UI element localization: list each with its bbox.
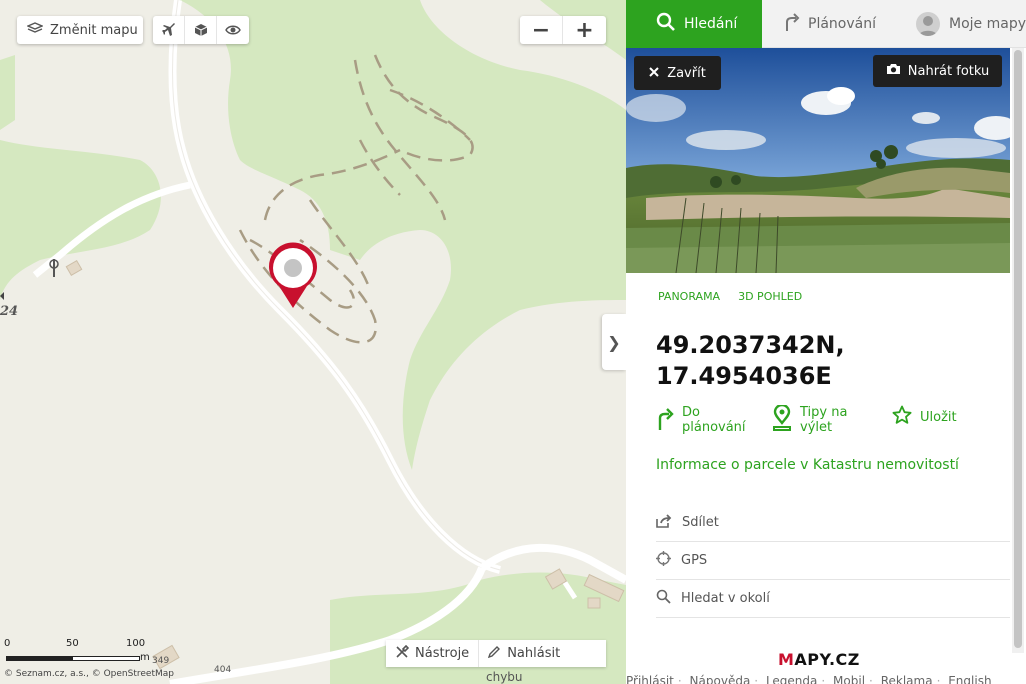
zoom-in-button[interactable]: + xyxy=(563,16,606,44)
save-button[interactable]: Uložit xyxy=(892,405,957,429)
footer-link-help[interactable]: Nápověda xyxy=(690,674,751,684)
scale-bar xyxy=(6,656,140,661)
panel-tabs: Hledání Plánování Moje mapy xyxy=(626,0,1026,48)
tools-label: Nástroje xyxy=(415,646,470,661)
logo-m: M xyxy=(778,650,795,669)
panel-scrollbar[interactable] xyxy=(1012,48,1024,653)
coordinates-lon: 17.4954036E xyxy=(656,362,832,390)
cadastre-link[interactable]: Informace o parcele v Katastru nemovitos… xyxy=(656,457,959,473)
panorama-link[interactable]: PANORAMA xyxy=(658,290,720,303)
close-label: Zavřít xyxy=(667,65,706,81)
panorama-photo[interactable]: Zavřít Nahrát fotku xyxy=(626,48,1010,273)
tab-my-maps-label: Moje mapy xyxy=(949,16,1026,32)
collapse-panel-button[interactable]: ❯ xyxy=(602,314,626,370)
trip-tips-label-1: Tipy na xyxy=(800,405,848,420)
elevation-label: 24 xyxy=(0,304,19,319)
close-icon xyxy=(649,66,659,81)
coordinates-lat: 49.2037342N, xyxy=(656,331,845,359)
gps-label: GPS xyxy=(681,553,708,568)
airplane-icon[interactable] xyxy=(153,16,185,44)
search-icon xyxy=(656,589,671,608)
crosshair-icon xyxy=(656,551,671,570)
chevron-right-icon: ❯ xyxy=(607,332,621,352)
coordinates: 49.2037342N, 17.4954036E xyxy=(656,330,845,392)
map-tools-bar: Nástroje Nahlásit xyxy=(386,640,606,667)
scale-label: 0 xyxy=(4,638,11,649)
save-label: Uložit xyxy=(920,409,957,425)
map-attribution[interactable]: © Seznam.cz, a.s., © OpenStreetMap xyxy=(4,669,174,679)
close-button[interactable]: Zavřít xyxy=(634,56,721,90)
map-pin-icon xyxy=(772,403,792,435)
footer-link-ads[interactable]: Reklama xyxy=(881,674,933,684)
tab-search-label: Hledání xyxy=(684,16,738,32)
tab-search[interactable]: Hledání xyxy=(626,0,762,48)
map-background xyxy=(0,0,626,684)
plan-route-label-1: Do xyxy=(682,405,700,420)
scale-unit: m xyxy=(140,652,150,663)
star-icon xyxy=(892,405,912,429)
footer-link-english[interactable]: English xyxy=(948,674,991,684)
footer-link-login[interactable]: Přihlásit xyxy=(626,674,674,684)
elevation-label: 404 xyxy=(214,665,232,675)
tab-planning[interactable]: Plánování xyxy=(762,0,898,48)
3d-view-link[interactable]: 3D POHLED xyxy=(738,290,802,303)
change-map-label: Změnit mapu xyxy=(50,22,138,38)
search-nearby-label: Hledat v okolí xyxy=(681,591,770,606)
tools-icon xyxy=(395,644,410,663)
footer-links: Přihlásit · Nápověda · Legenda · Mobil · Rek… xyxy=(626,674,1026,684)
options-list: Sdílet GPS Hledat v okolí xyxy=(656,504,1010,618)
search-icon xyxy=(656,12,676,36)
action-row: Do plánování Tipy na výlet Uložit xyxy=(656,403,996,441)
tab-planning-label: Plánování xyxy=(808,16,876,32)
map-mode-group xyxy=(153,16,249,44)
trip-tips-button[interactable]: Tipy na výlet xyxy=(772,403,848,435)
report-sublabel: chybu xyxy=(486,670,523,684)
share-label: Sdílet xyxy=(682,515,719,530)
gps-item[interactable]: GPS xyxy=(656,542,1010,580)
tools-button[interactable]: Nástroje xyxy=(386,640,480,667)
change-map-button[interactable]: Změnit mapu xyxy=(17,16,143,44)
elevation-label: 349 xyxy=(152,656,170,666)
route-arrow-icon xyxy=(784,12,800,36)
side-panel: Hledání Plánování Moje mapy Zavřít Nahrá… xyxy=(626,0,1026,684)
logo-rest: APY.CZ xyxy=(794,650,860,669)
pencil-icon xyxy=(488,645,501,662)
tab-my-maps[interactable]: Moje mapy xyxy=(898,0,1026,48)
report-button[interactable]: Nahlásit xyxy=(479,640,569,667)
layers-icon xyxy=(26,22,44,38)
view-links: PANORAMA 3D POHLED xyxy=(658,290,802,303)
share-icon xyxy=(656,513,672,532)
cube-3d-icon[interactable] xyxy=(185,16,217,44)
mapy-cz-logo[interactable]: MAPY.CZ xyxy=(778,650,860,669)
footer-link-mobile[interactable]: Mobil xyxy=(833,674,865,684)
plan-route-button[interactable]: Do plánování xyxy=(656,405,746,435)
report-label: Nahlásit xyxy=(507,646,561,661)
route-arrow-icon xyxy=(656,405,674,435)
share-item[interactable]: Sdílet xyxy=(656,504,1010,542)
scale-label: 100 xyxy=(126,638,146,649)
eye-icon[interactable] xyxy=(217,16,249,44)
map-canvas[interactable]: 24 349 404 Změnit mapu − + ❯ 0 50 100 m … xyxy=(0,0,626,684)
plan-route-label-2: plánování xyxy=(682,420,746,435)
zoom-out-button[interactable]: − xyxy=(520,16,563,44)
scale-label: 50 xyxy=(66,638,79,649)
upload-photo-button[interactable]: Nahrát fotku xyxy=(873,55,1002,87)
search-nearby-item[interactable]: Hledat v okolí xyxy=(656,580,1010,618)
camera-icon xyxy=(886,63,901,79)
zoom-control: − + xyxy=(520,16,606,44)
footer-link-legend[interactable]: Legenda xyxy=(766,674,817,684)
scrollbar-thumb[interactable] xyxy=(1014,50,1022,648)
trip-tips-label-2: výlet xyxy=(800,420,833,435)
avatar-icon xyxy=(916,12,940,36)
upload-photo-label: Nahrát fotku xyxy=(907,63,990,79)
